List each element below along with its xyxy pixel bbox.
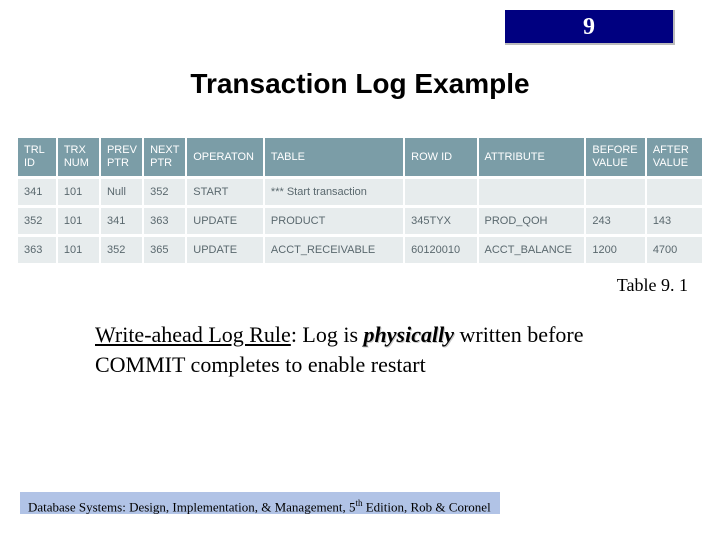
col-header: BEFORE VALUE [585,138,645,178]
col-header: ROW ID [404,138,477,178]
table-caption: Table 9. 1 [617,275,688,296]
cell [646,178,702,207]
cell [478,178,586,207]
cell [585,178,645,207]
col-header: OPERATON [186,138,264,178]
footer-post: Edition, Rob & Coronel [362,499,490,514]
table-row: 352 101 341 363 UPDATE PRODUCT 345TYX PR… [18,207,702,236]
table-row: 341 101 Null 352 START *** Start transac… [18,178,702,207]
cell: 352 [100,236,143,264]
col-header: PREV PTR [100,138,143,178]
cell: 341 [18,178,57,207]
col-header: TRL ID [18,138,57,178]
col-header: AFTER VALUE [646,138,702,178]
cell: ACCT_RECEIVABLE [264,236,404,264]
cell: PROD_QOH [478,207,586,236]
col-header: TRX NUM [57,138,100,178]
col-header: NEXT PTR [143,138,186,178]
cell: 4700 [646,236,702,264]
cell: 365 [143,236,186,264]
cell: 352 [18,207,57,236]
footer-pre: Database Systems: Design, Implementation… [28,499,355,514]
cell: UPDATE [186,236,264,264]
transaction-log-table: TRL ID TRX NUM PREV PTR NEXT PTR OPERATO… [18,138,702,263]
rule-sep: : Log is [291,322,364,347]
page-title: Transaction Log Example [0,68,720,100]
rule-emphasis: physically [364,322,454,347]
cell: ACCT_BALANCE [478,236,586,264]
cell: 341 [100,207,143,236]
footer-citation: Database Systems: Design, Implementation… [20,492,500,514]
cell: Null [100,178,143,207]
table-row: 363 101 352 365 UPDATE ACCT_RECEIVABLE 6… [18,236,702,264]
cell: 352 [143,178,186,207]
cell: 243 [585,207,645,236]
cell: START [186,178,264,207]
cell: *** Start transaction [264,178,404,207]
write-ahead-rule: Write-ahead Log Rule: Log is physically … [95,320,615,379]
cell: 101 [57,178,100,207]
cell: 60120010 [404,236,477,264]
col-header: TABLE [264,138,404,178]
cell: UPDATE [186,207,264,236]
cell: 363 [18,236,57,264]
table-header-row: TRL ID TRX NUM PREV PTR NEXT PTR OPERATO… [18,138,702,178]
col-header: ATTRIBUTE [478,138,586,178]
rule-lead: Write-ahead Log Rule [95,322,291,347]
cell: PRODUCT [264,207,404,236]
chapter-badge: 9 [505,10,675,45]
cell [404,178,477,207]
cell: 363 [143,207,186,236]
cell: 345TYX [404,207,477,236]
cell: 143 [646,207,702,236]
cell: 101 [57,207,100,236]
cell: 101 [57,236,100,264]
cell: 1200 [585,236,645,264]
